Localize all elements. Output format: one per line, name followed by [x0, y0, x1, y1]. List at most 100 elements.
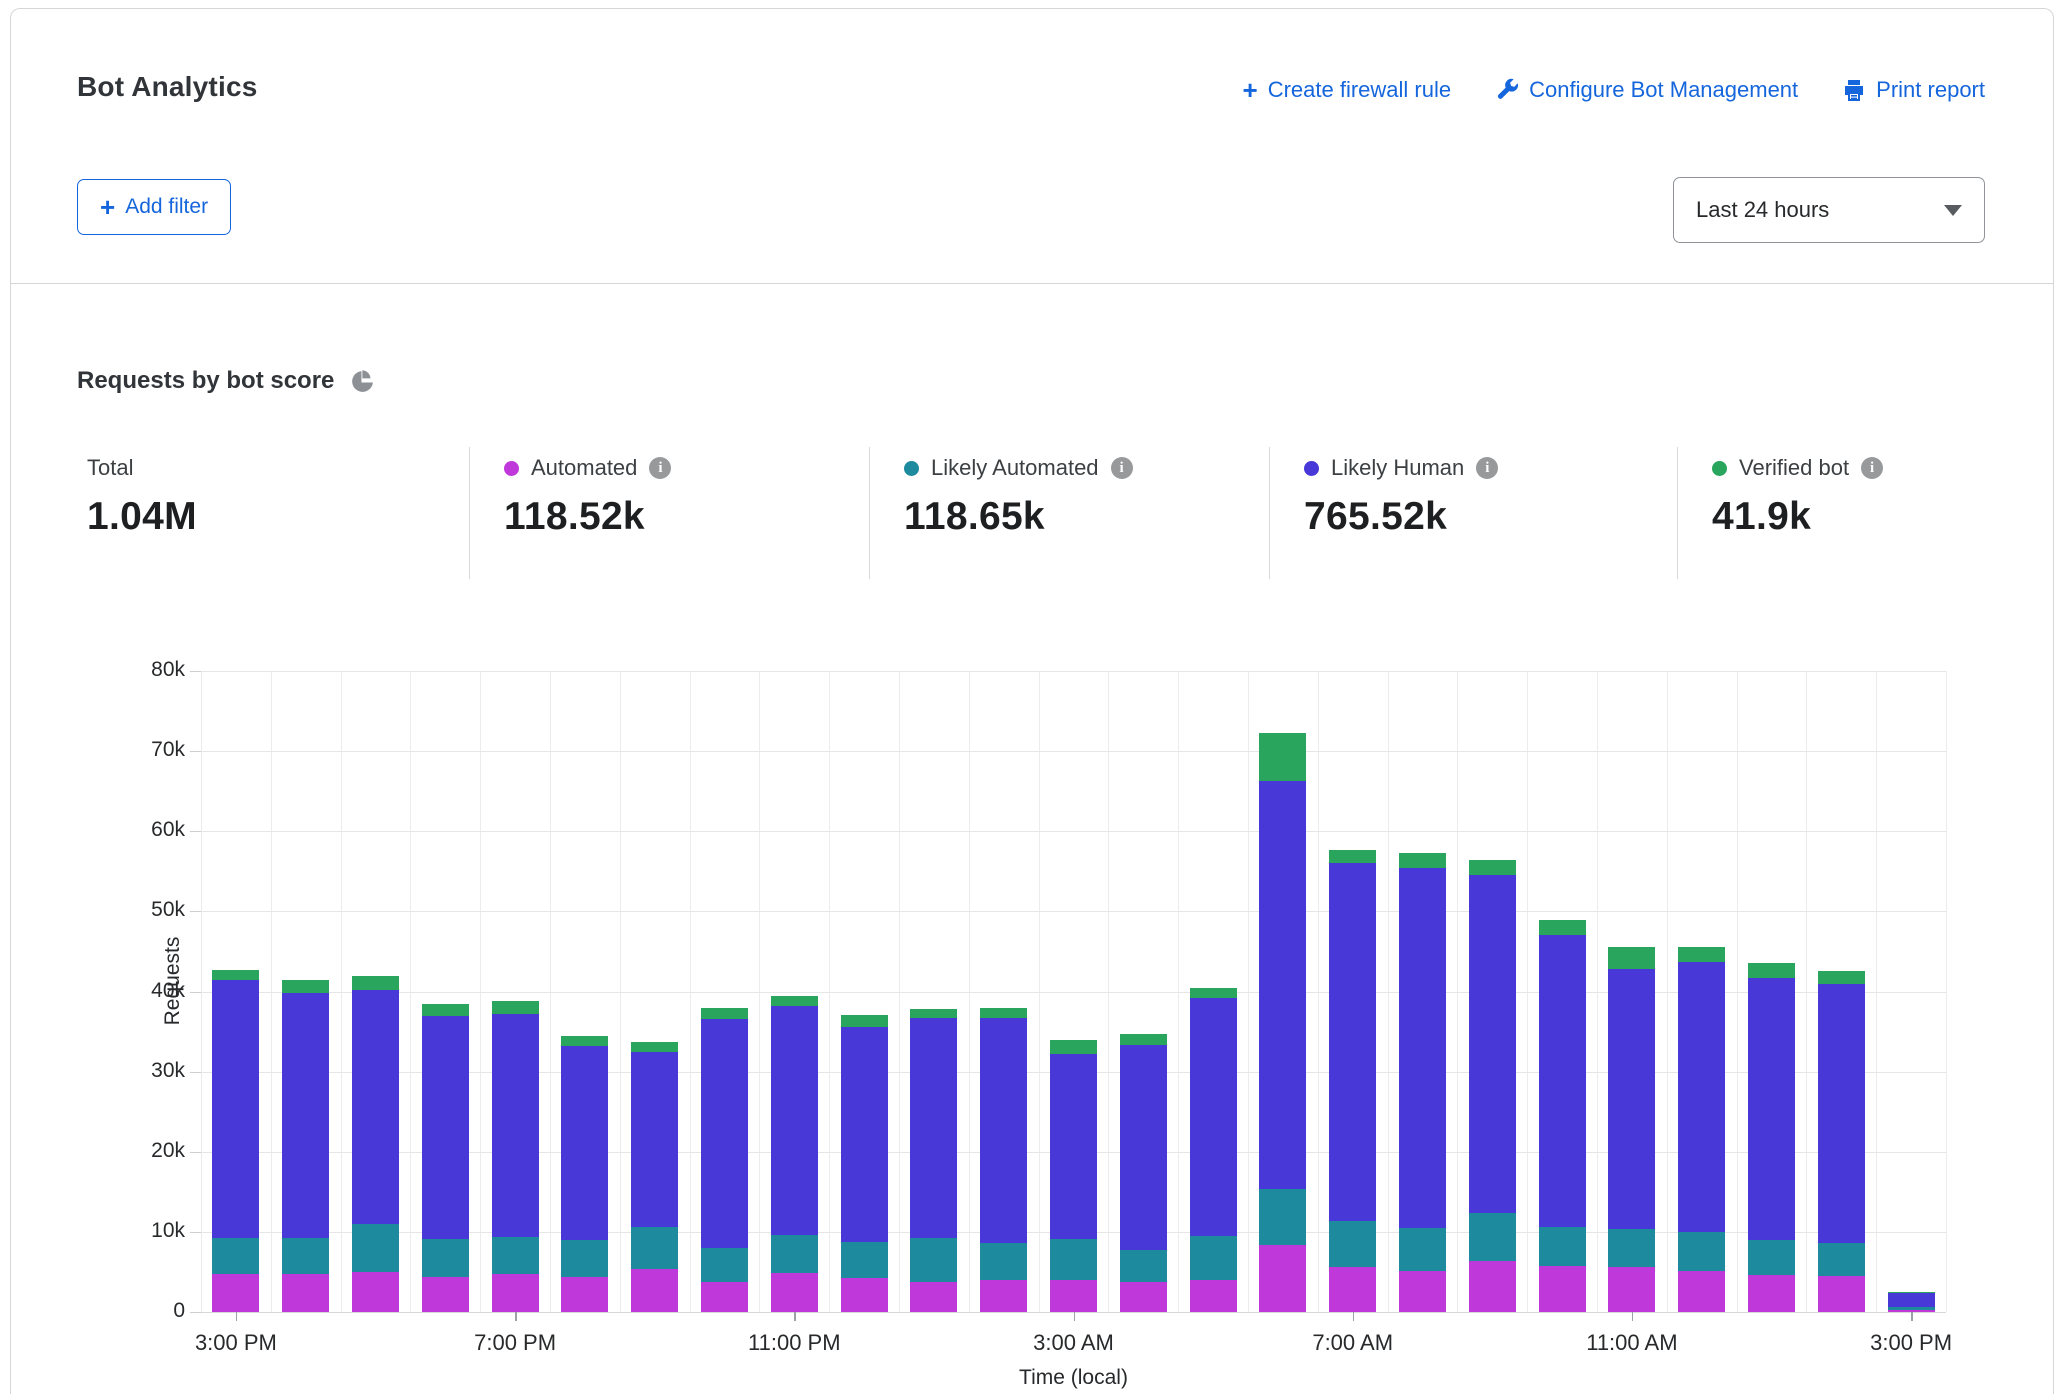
horizontal-gridline	[201, 751, 1946, 752]
y-axis-tick	[190, 1152, 201, 1153]
panel-header: Bot Analytics + Create firewall rule Con…	[11, 9, 2053, 284]
bar-segment-verified-bot	[1748, 963, 1795, 978]
bar-segment-automated	[1539, 1266, 1586, 1312]
add-filter-button[interactable]: + Add filter	[77, 179, 231, 235]
bar-segment-verified-bot	[1190, 988, 1237, 998]
bar-1000am[interactable]	[1539, 920, 1586, 1312]
bar-segment-likely-automated	[701, 1248, 748, 1282]
bar-segment-likely-human	[1190, 998, 1237, 1236]
stat-total-value: 1.04M	[87, 495, 469, 539]
y-axis-tick	[190, 831, 201, 832]
bar-segment-likely-human	[1120, 1045, 1167, 1249]
bar-segment-verified-bot	[841, 1015, 888, 1027]
bar-300am[interactable]	[1050, 1040, 1097, 1312]
bar-700am[interactable]	[1329, 850, 1376, 1312]
bar-400pm[interactable]	[282, 980, 329, 1312]
stat-likely-automated-label: Likely Automated	[931, 455, 1099, 481]
bar-segment-likely-automated	[1678, 1232, 1725, 1271]
bar-segment-automated	[422, 1277, 469, 1312]
bar-segment-automated	[492, 1274, 539, 1312]
bar-segment-automated	[1608, 1267, 1655, 1312]
x-axis-tick	[1074, 1312, 1076, 1321]
y-axis-tick	[190, 992, 201, 993]
bar-800am[interactable]	[1399, 853, 1446, 1312]
x-axis-tick	[1353, 1312, 1355, 1321]
bar-segment-likely-human	[1608, 969, 1655, 1229]
configure-bot-management-link[interactable]: Configure Bot Management	[1495, 77, 1798, 103]
bar-500pm[interactable]	[352, 976, 399, 1312]
info-icon[interactable]: i	[1861, 457, 1883, 479]
bar-segment-verified-bot	[1399, 853, 1446, 868]
bar-segment-automated	[1469, 1261, 1516, 1312]
bar-segment-likely-automated	[1329, 1221, 1376, 1267]
bar-400am[interactable]	[1120, 1034, 1167, 1312]
vertical-gridline	[1946, 671, 1947, 1312]
bar-segment-verified-bot	[1539, 920, 1586, 935]
bar-segment-likely-automated	[980, 1243, 1027, 1280]
bar-300pm[interactable]	[1888, 1292, 1935, 1312]
bar-segment-verified-bot	[1818, 971, 1865, 985]
stat-automated-label: Automated	[531, 455, 637, 481]
bar-300pm[interactable]	[212, 970, 259, 1312]
printer-icon	[1842, 78, 1866, 102]
bar-100am[interactable]	[910, 1009, 957, 1312]
bar-800pm[interactable]	[561, 1036, 608, 1312]
bar-segment-automated	[910, 1282, 957, 1312]
bar-segment-likely-human	[1678, 962, 1725, 1232]
bar-segment-verified-bot	[771, 996, 818, 1006]
bar-segment-likely-automated	[1259, 1189, 1306, 1244]
bar-segment-likely-automated	[422, 1239, 469, 1277]
horizontal-gridline	[201, 671, 1946, 672]
bar-segment-likely-human	[352, 990, 399, 1224]
bar-900pm[interactable]	[631, 1042, 678, 1312]
create-firewall-rule-label: Create firewall rule	[1268, 77, 1451, 103]
bar-segment-likely-human	[492, 1014, 539, 1237]
bar-100pm[interactable]	[1748, 963, 1795, 1312]
wrench-icon	[1495, 78, 1519, 102]
bar-segment-automated	[1399, 1271, 1446, 1312]
info-icon[interactable]: i	[1476, 457, 1498, 479]
bar-500am[interactable]	[1190, 988, 1237, 1312]
bar-segment-likely-human	[561, 1046, 608, 1240]
stat-total: Total 1.04M	[77, 447, 469, 579]
bar-600am[interactable]	[1259, 733, 1306, 1312]
bot-analytics-page: Bot Analytics + Create firewall rule Con…	[0, 0, 2070, 1394]
stat-automated: Automated i 118.52k	[469, 447, 869, 579]
bar-segment-automated	[980, 1280, 1027, 1312]
bar-segment-likely-human	[1539, 935, 1586, 1227]
bar-900am[interactable]	[1469, 860, 1516, 1312]
bar-700pm[interactable]	[492, 1001, 539, 1312]
bar-segment-likely-automated	[352, 1224, 399, 1272]
bar-segment-automated	[352, 1272, 399, 1312]
plus-icon: +	[1243, 80, 1258, 100]
info-icon[interactable]: i	[1111, 457, 1133, 479]
bar-1200am[interactable]	[841, 1015, 888, 1312]
y-axis-tick	[190, 751, 201, 752]
bar-segment-likely-automated	[1539, 1227, 1586, 1266]
bar-1100pm[interactable]	[771, 996, 818, 1312]
stat-likely-human-value: 765.52k	[1304, 495, 1677, 539]
bar-200am[interactable]	[980, 1008, 1027, 1312]
horizontal-gridline	[201, 911, 1946, 912]
bar-segment-automated	[771, 1273, 818, 1312]
stat-verified-bot: Verified bot i 41.9k	[1677, 447, 1993, 579]
print-report-link[interactable]: Print report	[1842, 77, 1985, 103]
bar-segment-automated	[701, 1282, 748, 1312]
bar-segment-verified-bot	[1678, 947, 1725, 962]
info-icon[interactable]: i	[649, 457, 671, 479]
bar-200pm[interactable]	[1818, 971, 1865, 1312]
time-range-select[interactable]: Last 24 hours	[1673, 177, 1985, 243]
create-firewall-rule-link[interactable]: + Create firewall rule	[1243, 77, 1452, 103]
bar-1200pm[interactable]	[1678, 947, 1725, 1312]
bar-600pm[interactable]	[422, 1004, 469, 1312]
bar-1000pm[interactable]	[701, 1008, 748, 1312]
y-axis-tick-label: 60k	[115, 818, 185, 842]
bar-segment-likely-automated	[1050, 1239, 1097, 1280]
bar-segment-likely-human	[910, 1018, 957, 1238]
x-axis-tick-label: 3:00 PM	[1841, 1330, 1981, 1356]
y-axis-tick-label: 80k	[115, 658, 185, 682]
bar-segment-likely-automated	[1120, 1250, 1167, 1283]
section-title: Requests by bot score	[77, 367, 334, 395]
bar-1100am[interactable]	[1608, 947, 1655, 1312]
add-filter-label: Add filter	[125, 195, 208, 219]
